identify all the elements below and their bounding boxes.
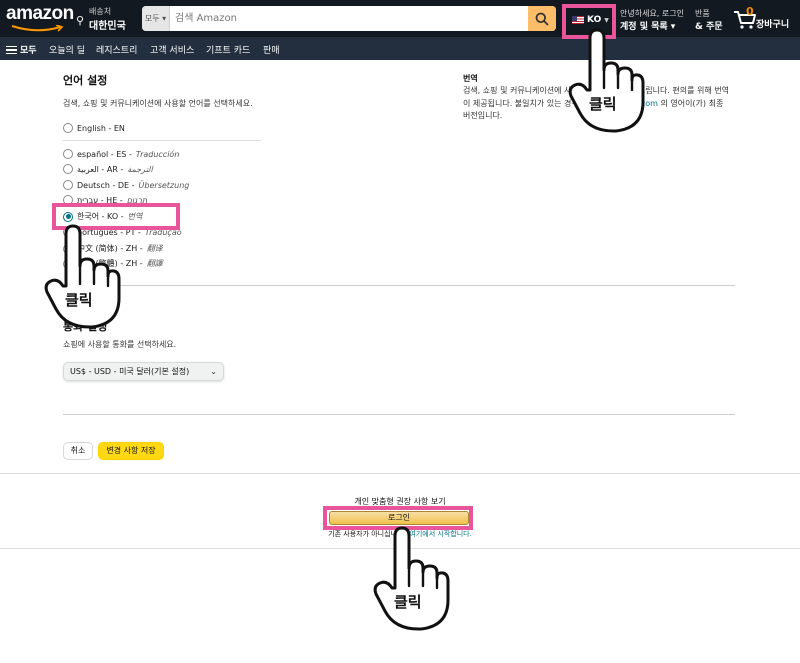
search-button[interactable] <box>528 6 556 31</box>
currency-settings-description: 쇼핑에 사용할 통화를 선택하세요. <box>63 340 177 349</box>
logo-smile-icon <box>11 25 64 32</box>
language-option-note: 翻譯 <box>146 259 163 268</box>
language-option-label: Deutsch - DE - <box>77 180 135 190</box>
location-pin-icon: ⚲ <box>76 14 85 27</box>
cart-count: 0 <box>746 5 754 18</box>
language-option-label: English - EN <box>77 123 125 133</box>
hamburger-menu-icon <box>6 46 17 54</box>
nav-item-gift-cards[interactable]: 기프트 카드 <box>206 43 250 56</box>
radio-button[interactable] <box>63 180 73 190</box>
translation-heading: 번역 <box>463 74 478 83</box>
search-category-dropdown[interactable]: 모두 ▾ <box>142 6 170 31</box>
language-option-note: Übersetzung <box>138 180 190 190</box>
cancel-button[interactable]: 취소 <box>63 442 93 460</box>
all-menu-button[interactable]: 모두 <box>6 43 37 56</box>
cart-label: 장바구니 <box>756 20 790 30</box>
search-bar: 모두 ▾ <box>142 6 556 31</box>
radio-button[interactable] <box>63 123 73 133</box>
language-option-ar[interactable]: العربية - AR - الترجمة <box>63 164 153 174</box>
section-divider <box>63 285 735 286</box>
language-option-label: español - ES - <box>77 149 132 159</box>
language-option-es[interactable]: español - ES - Traducción <box>63 149 179 159</box>
language-settings-heading: 언어 설정 <box>63 74 108 87</box>
deliver-label: 배송처 <box>89 7 112 16</box>
currency-selected-value: US$ - USD - 미국 달러(기본 설정) <box>70 367 190 376</box>
section-divider <box>63 414 735 415</box>
currency-select[interactable]: US$ - USD - 미국 달러(기본 설정) ⌄ <box>63 362 224 381</box>
amazon-logo[interactable]: amazon <box>6 3 74 33</box>
top-navigation-bar: amazon ⚲ 배송처 대한민국 모두 ▾ KO ▼ 안녕하세요, 로그인 계… <box>0 0 800 37</box>
all-menu-label: 모두 <box>20 46 37 56</box>
account-greeting: 안녕하세요, 로그인 <box>620 9 684 18</box>
language-option-note: 翻译 <box>146 244 163 253</box>
language-divider <box>63 140 261 141</box>
returns-and-orders[interactable]: 반품 & 주문 <box>695 8 731 32</box>
language-option-note: Traducción <box>135 149 180 159</box>
logo-text: amazon <box>6 3 74 24</box>
click-label: 클릭 <box>394 593 422 611</box>
deliver-to-location[interactable]: ⚲ 배송처 대한민국 <box>76 6 138 32</box>
pointing-hand-icon: 클릭 <box>568 28 645 133</box>
radio-button[interactable] <box>63 149 73 159</box>
chevron-down-icon: ⌄ <box>210 367 217 376</box>
secondary-navigation-bar: 모두 오늘의 딜 레지스트리 고객 서비스 기프트 카드 판매 <box>0 37 800 60</box>
cart-button[interactable]: 0 장바구니 <box>733 5 795 31</box>
pointing-hand-icon: 클릭 <box>44 224 121 329</box>
save-changes-button[interactable]: 변경 사항 저장 <box>98 442 164 460</box>
nav-item-todays-deals[interactable]: 오늘의 딜 <box>49 43 85 56</box>
nav-item-registry[interactable]: 레지스트리 <box>96 43 137 56</box>
returns-label: 반품 <box>695 9 710 18</box>
deliver-country: 대한민국 <box>89 21 126 32</box>
nav-item-sell[interactable]: 판매 <box>263 43 280 56</box>
language-option-en[interactable]: English - EN <box>63 123 125 133</box>
language-option-de[interactable]: Deutsch - DE - Übersetzung <box>63 180 189 190</box>
language-option-note: الترجمة <box>127 164 153 174</box>
radio-button[interactable] <box>63 164 73 174</box>
search-icon <box>535 12 549 26</box>
click-label: 클릭 <box>589 95 617 113</box>
nav-item-customer-service[interactable]: 고객 서비스 <box>150 43 194 56</box>
orders-label: & 주문 <box>695 22 723 32</box>
click-label: 클릭 <box>65 291 93 309</box>
search-input[interactable] <box>175 6 525 31</box>
language-option-label: العربية - AR - <box>77 164 124 174</box>
pointing-hand-icon: 클릭 <box>373 526 450 631</box>
language-settings-description: 검색, 쇼핑 및 커뮤니케이션에 사용할 언어를 선택하세요. <box>63 99 253 108</box>
